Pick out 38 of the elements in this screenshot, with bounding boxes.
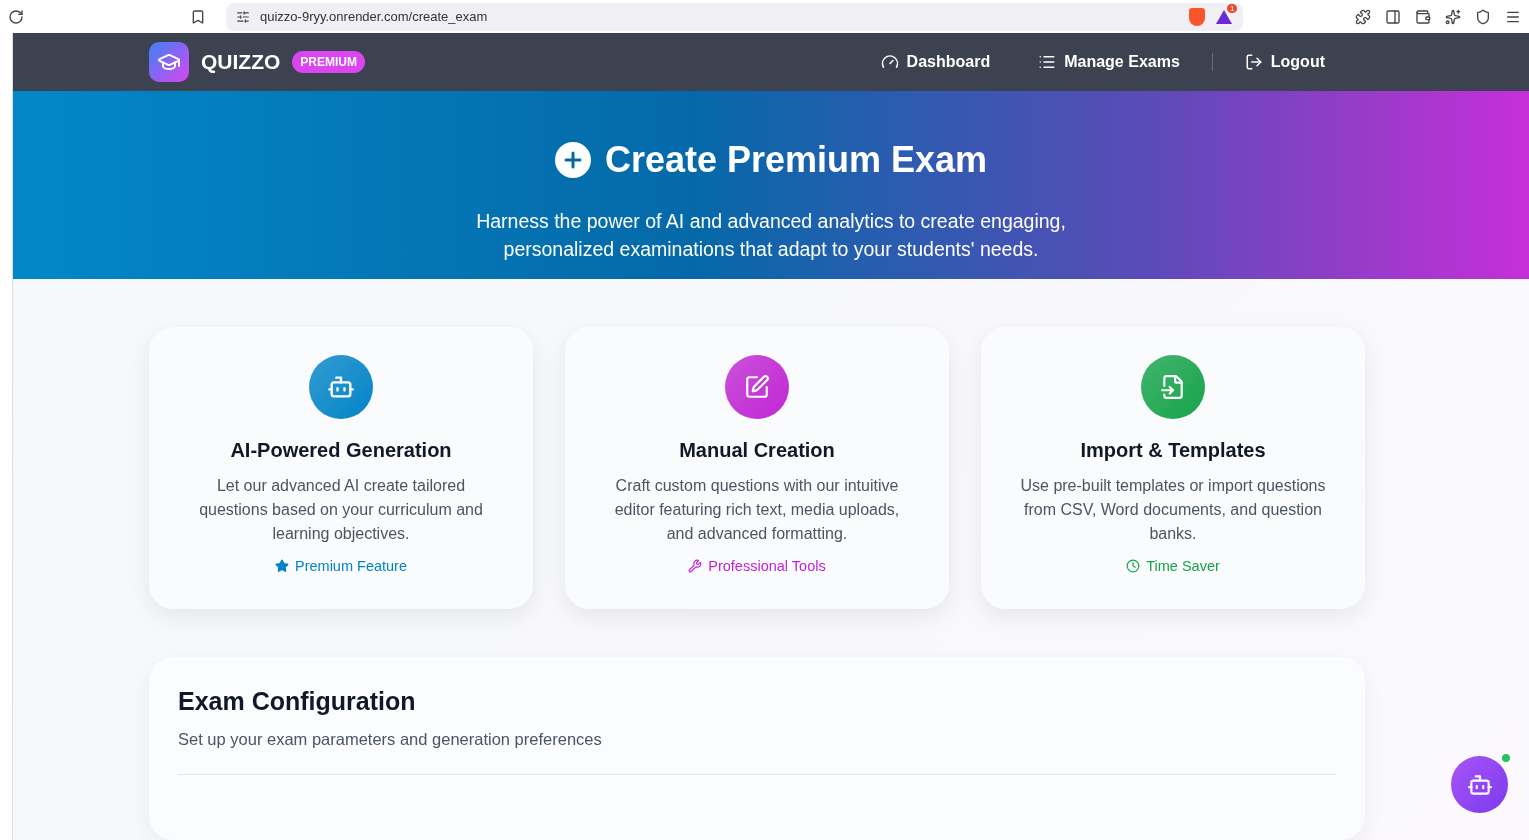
url-text: quizzo-9ryy.onrender.com/create_exam (260, 9, 489, 24)
feature-title: Import & Templates (1080, 439, 1266, 463)
section-title: Exam Configuration (178, 687, 417, 717)
nav-link[interactable]: Manage Exams (1014, 52, 1204, 71)
sidebar-icon[interactable] (1385, 8, 1401, 25)
feature-tag-text: Professional Tools (708, 558, 826, 575)
reload-icon[interactable] (8, 8, 24, 25)
feature-title: AI-Powered Generation (230, 439, 452, 463)
dashboard-icon (880, 52, 899, 71)
feature-description: Craft custom questions with our intuitive editor featuring rich text, media uploads, and advanced formatting. (613, 476, 901, 545)
section-subtitle: Set up your exam parameters and generation preferences (178, 730, 1336, 776)
clock-icon (1126, 559, 1141, 574)
edit-icon (744, 374, 770, 401)
hero-title-text: Create Premium Exam (604, 138, 988, 181)
hero-subtitle: Harness the power of AI and advanced analytics to create engaging, personalized examinations that adapt to your students' needs. (475, 208, 1067, 262)
premium-badge: PREMIUM (292, 50, 365, 73)
tools-icon (688, 559, 703, 574)
shield-outline-icon[interactable] (1475, 8, 1491, 25)
sparkle-icon[interactable] (1445, 8, 1461, 25)
feature-tag-text: Time Saver (1146, 558, 1220, 575)
feature-title: Manual Creation (679, 439, 835, 463)
file-import-icon (1160, 374, 1186, 401)
notification-count: 1 (1227, 3, 1238, 13)
address-bar[interactable]: quizzo-9ryy.onrender.com/create_exam 1 (226, 2, 1243, 31)
nav-link[interactable]: Dashboard (856, 52, 1015, 71)
shield-icon[interactable] (1189, 7, 1205, 26)
bookmark-icon[interactable] (190, 8, 206, 25)
graduation-cap-logo[interactable] (149, 41, 189, 82)
extensions-icon[interactable] (1355, 8, 1371, 25)
wallet-icon[interactable] (1415, 8, 1431, 25)
site-settings-icon[interactable] (236, 9, 250, 24)
feature-tag-text: Premium Feature (295, 558, 407, 575)
feature-description: Let our advanced AI create tailored questions based on your curriculum and learning objectives. (198, 476, 484, 545)
star-icon (275, 559, 289, 574)
brand-name[interactable]: QUIZZO (201, 49, 281, 74)
logout-icon (1244, 52, 1263, 71)
feature-description: Use pre-built templates or import questions from CSV, Word documents, and question banks. (1019, 476, 1327, 545)
plus-icon (554, 141, 591, 178)
